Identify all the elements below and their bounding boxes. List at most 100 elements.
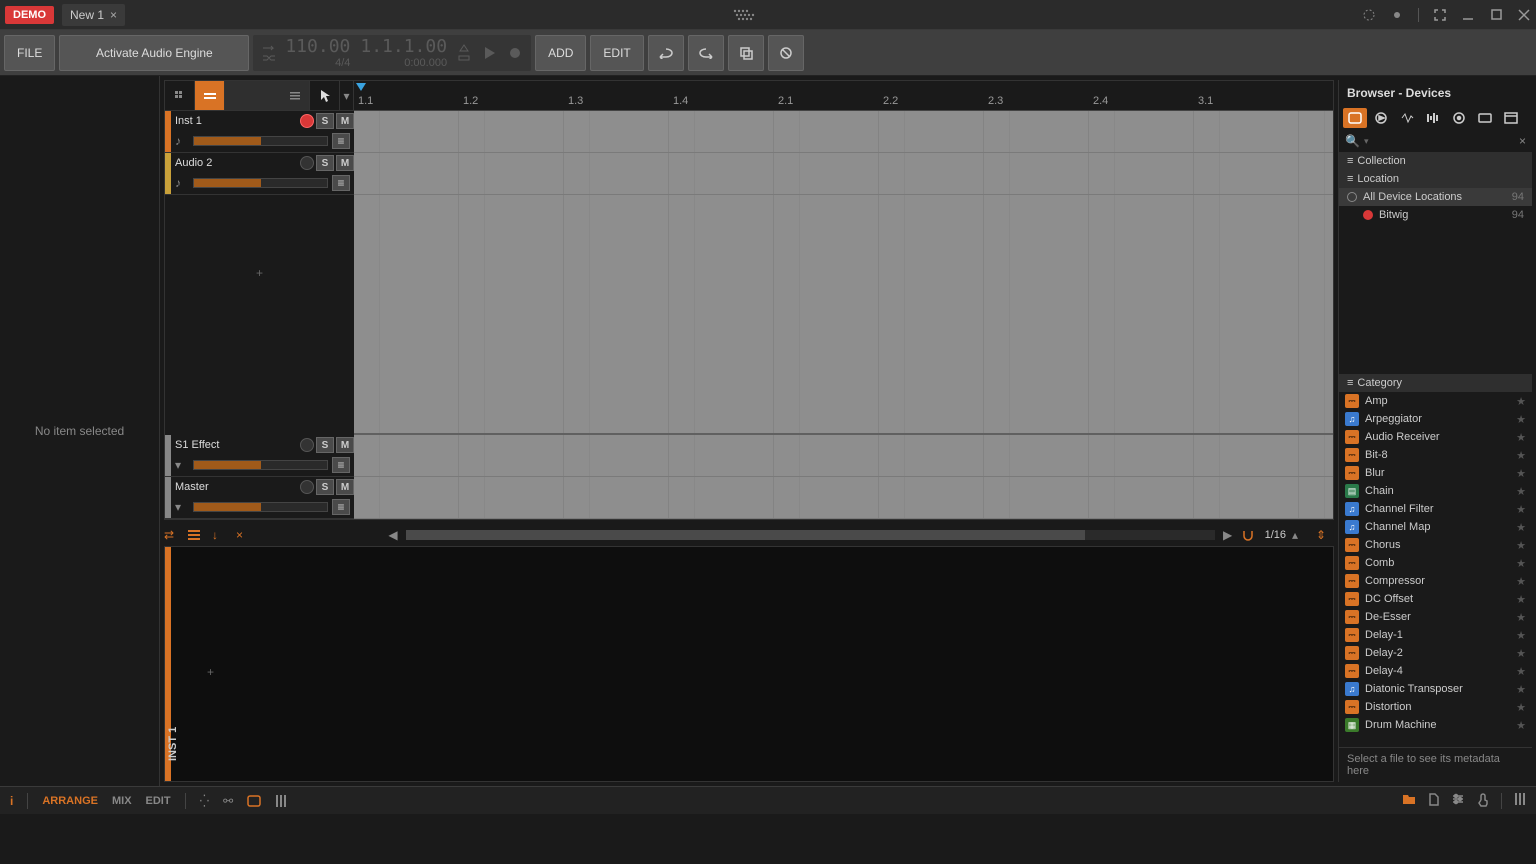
fullscreen-icon[interactable]	[1433, 8, 1447, 22]
view-edit-tab[interactable]: EDIT	[146, 795, 171, 807]
automation-icon[interactable]: ⇄	[164, 528, 182, 542]
record-arm-button[interactable]	[300, 114, 314, 128]
grid-resolution[interactable]: 1/16	[1265, 529, 1286, 541]
browser-category-item[interactable]: ⎓Audio Receiver★	[1339, 428, 1532, 446]
browser-category-item[interactable]: ⎓Delay-4★	[1339, 662, 1532, 680]
punch-icon[interactable]	[457, 54, 471, 62]
file-panel-icon[interactable]	[1428, 793, 1439, 809]
shuffle-icon[interactable]	[261, 54, 275, 62]
browser-category-item[interactable]: ⎓Bit-8★	[1339, 446, 1532, 464]
favorite-icon[interactable]: ★	[1516, 701, 1526, 714]
track-header[interactable]: Inst 1 S M ♪ ≡	[165, 111, 354, 153]
browser-category-item[interactable]: ⎓Delay-2★	[1339, 644, 1532, 662]
browser-tab-presets[interactable]	[1369, 108, 1393, 128]
solo-button[interactable]: S	[316, 437, 334, 453]
mute-button[interactable]: M	[336, 113, 354, 129]
browser-section-category[interactable]: ≡ Category	[1339, 374, 1532, 392]
browser-category-item[interactable]: ♫Diatonic Transposer★	[1339, 680, 1532, 698]
browser-tab-multisamples[interactable]	[1421, 108, 1445, 128]
favorite-icon[interactable]: ★	[1516, 539, 1526, 552]
track-header[interactable]: Master S M ▾ ≡	[165, 477, 354, 519]
volume-meter[interactable]	[193, 136, 328, 146]
time-display[interactable]: 0:00.000	[360, 57, 447, 69]
track-menu-button[interactable]: ≡	[332, 499, 350, 515]
horizontal-scrollbar[interactable]	[406, 530, 1215, 540]
browser-category-item[interactable]: ⎓Comb★	[1339, 554, 1532, 572]
edit-button[interactable]: EDIT	[590, 35, 643, 71]
favorite-icon[interactable]: ★	[1516, 467, 1526, 480]
track-header[interactable]: Audio 2 S M ♪ ≡	[165, 153, 354, 195]
browser-category-item[interactable]: ⎓Amp★	[1339, 392, 1532, 410]
favorite-icon[interactable]: ★	[1516, 665, 1526, 678]
browser-category-item[interactable]: ▤Chain★	[1339, 482, 1532, 500]
record-arm-button[interactable]	[300, 156, 314, 170]
browser-section-location[interactable]: ≡ Location	[1339, 170, 1532, 188]
favorite-icon[interactable]: ★	[1516, 485, 1526, 498]
browser-section-collection[interactable]: ≡ Collection	[1339, 152, 1532, 170]
loop-icon[interactable]	[261, 44, 275, 52]
favorite-icon[interactable]: ★	[1516, 431, 1526, 444]
clip-launcher-toggle[interactable]	[165, 81, 195, 110]
record-button[interactable]	[507, 45, 523, 61]
solo-button[interactable]: S	[316, 113, 334, 129]
io-panel-icon[interactable]: ⁛	[200, 794, 210, 808]
disable-button[interactable]	[768, 35, 804, 71]
playhead-icon[interactable]	[356, 83, 366, 91]
scroll-left-icon[interactable]: ◀	[386, 528, 400, 542]
add-track-button[interactable]: +	[165, 262, 354, 284]
volume-meter[interactable]	[193, 460, 328, 470]
close-icon[interactable]: ×	[110, 8, 117, 22]
browser-tab-clips[interactable]	[1473, 108, 1497, 128]
browser-tab-devices[interactable]	[1343, 108, 1367, 128]
favorite-icon[interactable]: ★	[1516, 611, 1526, 624]
minimize-icon[interactable]	[1461, 8, 1475, 22]
settings-icon[interactable]	[1451, 793, 1465, 809]
browser-location-item[interactable]: All Device Locations94	[1339, 188, 1532, 206]
mappings-icon[interactable]: ⚯	[223, 794, 233, 808]
mute-button[interactable]: M	[336, 437, 354, 453]
track-fold-icon[interactable]	[188, 530, 206, 540]
browser-category-item[interactable]: ⎓Blur★	[1339, 464, 1532, 482]
track-header[interactable]: S1 Effect S M ▾ ≡	[165, 435, 354, 477]
browser-category-item[interactable]: ♫Channel Map★	[1339, 518, 1532, 536]
track-menu-button[interactable]: ≡	[332, 133, 350, 149]
browser-category-item[interactable]: ⎓De-Esser★	[1339, 608, 1532, 626]
arranger-lanes[interactable]	[354, 111, 1333, 519]
controllers-icon[interactable]	[1514, 793, 1526, 809]
undo-button[interactable]	[648, 35, 684, 71]
favorite-icon[interactable]: ★	[1516, 683, 1526, 696]
position-display[interactable]: 1.1.1.00	[360, 36, 447, 57]
mute-button[interactable]: M	[336, 479, 354, 495]
browser-tab-samples[interactable]	[1395, 108, 1419, 128]
browser-category-item[interactable]: ⎓DC Offset★	[1339, 590, 1532, 608]
timeline-ruler[interactable]: 1.11.21.31.42.12.22.32.43.1	[354, 81, 1333, 111]
favorite-icon[interactable]: ★	[1516, 593, 1526, 606]
zoom-fit-icon[interactable]: ⇕	[1316, 528, 1334, 542]
browser-category-item[interactable]: ♫Channel Filter★	[1339, 500, 1532, 518]
arranger-toggle[interactable]	[195, 81, 225, 110]
solo-button[interactable]: S	[316, 479, 334, 495]
tool-dropdown[interactable]: ▾	[340, 81, 354, 110]
info-icon[interactable]: i	[10, 794, 13, 808]
grid-menu-icon[interactable]: ▴	[1292, 528, 1310, 542]
arranger-timeline[interactable]: 1.11.21.31.42.12.22.32.43.1	[354, 81, 1333, 519]
favorite-icon[interactable]: ★	[1516, 449, 1526, 462]
favorite-icon[interactable]: ★	[1516, 719, 1526, 732]
browser-category-item[interactable]: ♫Arpeggiator★	[1339, 410, 1532, 428]
volume-meter[interactable]	[193, 178, 328, 188]
record-arm-button[interactable]	[300, 480, 314, 494]
favorite-icon[interactable]: ★	[1516, 629, 1526, 642]
track-menu-button[interactable]: ≡	[332, 457, 350, 473]
browser-category-item[interactable]: ⎓Distortion★	[1339, 698, 1532, 716]
browser-category-item[interactable]: ⎓Compressor★	[1339, 572, 1532, 590]
scroll-right-icon[interactable]: ▶	[1221, 528, 1235, 542]
clipboard-button[interactable]	[728, 35, 764, 71]
favorite-icon[interactable]: ★	[1516, 557, 1526, 570]
add-button[interactable]: ADD	[535, 35, 586, 71]
volume-meter[interactable]	[193, 502, 328, 512]
record-arm-button[interactable]	[300, 438, 314, 452]
track-options-icon[interactable]	[280, 81, 310, 110]
browser-tab-files[interactable]	[1499, 108, 1523, 128]
browser-tab-music[interactable]	[1447, 108, 1471, 128]
favorite-icon[interactable]: ★	[1516, 413, 1526, 426]
